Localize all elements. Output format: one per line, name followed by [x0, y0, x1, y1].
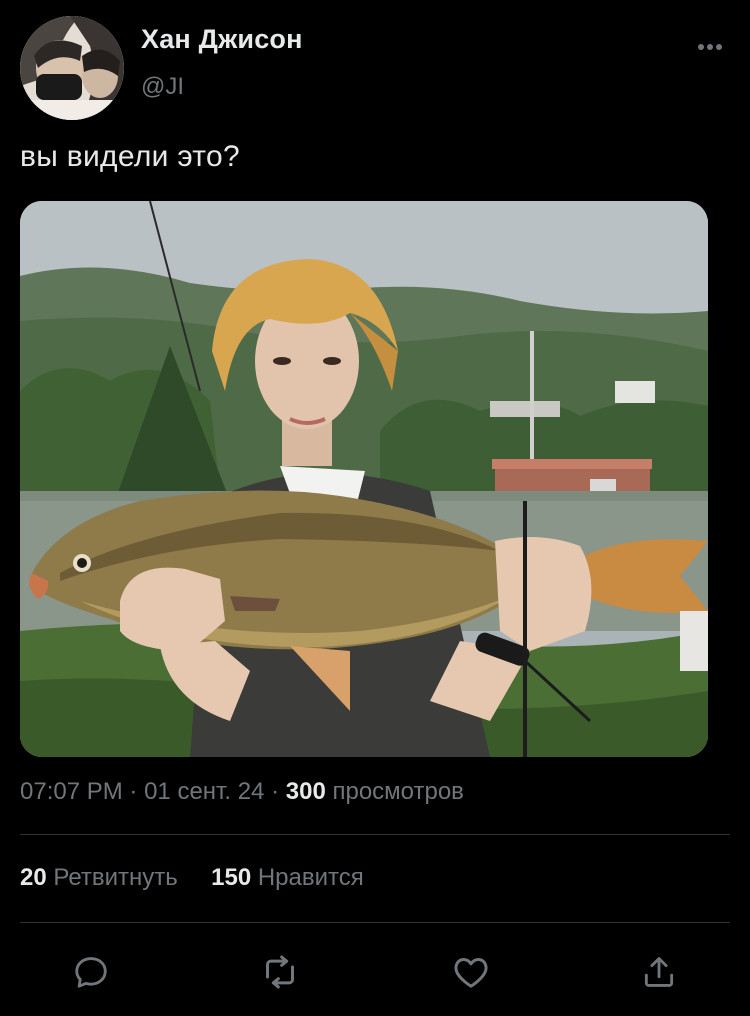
heart-icon [454, 958, 488, 988]
views-count: 300 [285, 778, 326, 805]
more-button[interactable] [690, 32, 730, 62]
retweets-count: 20 [20, 864, 47, 891]
views-label: просмотров [332, 778, 464, 805]
share-button[interactable] [637, 950, 681, 994]
retweets-label: Ретвитнуть [53, 864, 178, 891]
tweet-time[interactable]: 07:07 PM [20, 778, 123, 805]
tweet-page: Хан Джисон @JI вы видели это? 07:07 PM ·… [0, 0, 750, 1016]
meta-separator: · [129, 778, 138, 805]
tweet-meta: 07:07 PM · 01 сент. 24 · 300 просмотров [20, 778, 464, 806]
author-name[interactable]: Хан Джисон [141, 24, 303, 55]
divider [20, 922, 730, 923]
share-icon [644, 957, 674, 987]
retweet-icon [266, 955, 294, 989]
more-icon [698, 44, 722, 50]
tweet-text: вы видели это? [20, 140, 240, 173]
tweet-date[interactable]: 01 сент. 24 [144, 778, 264, 805]
divider [20, 834, 730, 835]
retweets-stat[interactable]: 20 Ретвитнуть [20, 864, 184, 891]
tweet-stats: 20 Ретвитнуть 150 Нравится [20, 864, 364, 892]
photo-illustration [20, 201, 708, 757]
likes-count: 150 [211, 864, 252, 891]
author-avatar[interactable] [20, 16, 124, 120]
likes-stat[interactable]: 150 Нравится [211, 864, 364, 891]
reply-icon [75, 957, 107, 988]
likes-label: Нравится [257, 864, 364, 891]
author-handle[interactable]: @JI [141, 73, 184, 101]
like-button[interactable] [449, 950, 493, 994]
reply-button[interactable] [69, 950, 113, 994]
meta-separator: · [271, 778, 280, 805]
tweet-photo[interactable] [20, 201, 708, 757]
retweet-button[interactable] [258, 950, 302, 994]
